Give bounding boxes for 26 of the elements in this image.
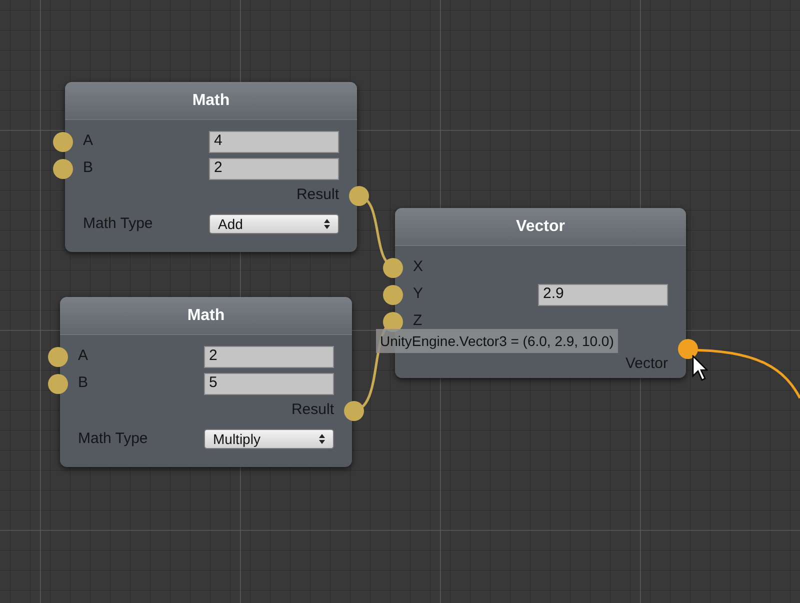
up-down-arrows-icon <box>319 434 325 444</box>
up-down-arrows-icon <box>324 219 330 229</box>
port-label: Y <box>413 284 424 304</box>
node-title: Math <box>60 297 352 335</box>
port-label: Result <box>296 185 339 206</box>
port-label: Z <box>413 311 422 332</box>
port-label: Math Type <box>78 428 148 449</box>
value-tooltip: UnityEngine.Vector3 = (6.0, 2.9, 10.0) <box>376 329 618 353</box>
port-label: B <box>78 373 88 394</box>
value-field[interactable]: 2 <box>204 346 334 368</box>
value-field[interactable]: 5 <box>204 372 334 394</box>
port-label: X <box>413 257 424 278</box>
port-label: Result <box>291 400 334 420</box>
type-dropdown[interactable]: Multiply <box>204 429 334 449</box>
port-label: A <box>83 131 94 152</box>
port-label: B <box>83 158 94 178</box>
type-dropdown[interactable]: Add <box>209 214 339 234</box>
value-field[interactable]: 2 <box>209 158 339 180</box>
port-label: Math Type <box>83 214 153 234</box>
value-field[interactable]: 2.9 <box>538 284 668 306</box>
port-label: A <box>78 346 88 366</box>
cursor-icon <box>692 355 708 381</box>
port-label: Vector <box>625 354 668 374</box>
node-title: Math <box>65 82 357 120</box>
node-title: Vector <box>395 208 686 246</box>
value-field[interactable]: 4 <box>209 130 339 152</box>
